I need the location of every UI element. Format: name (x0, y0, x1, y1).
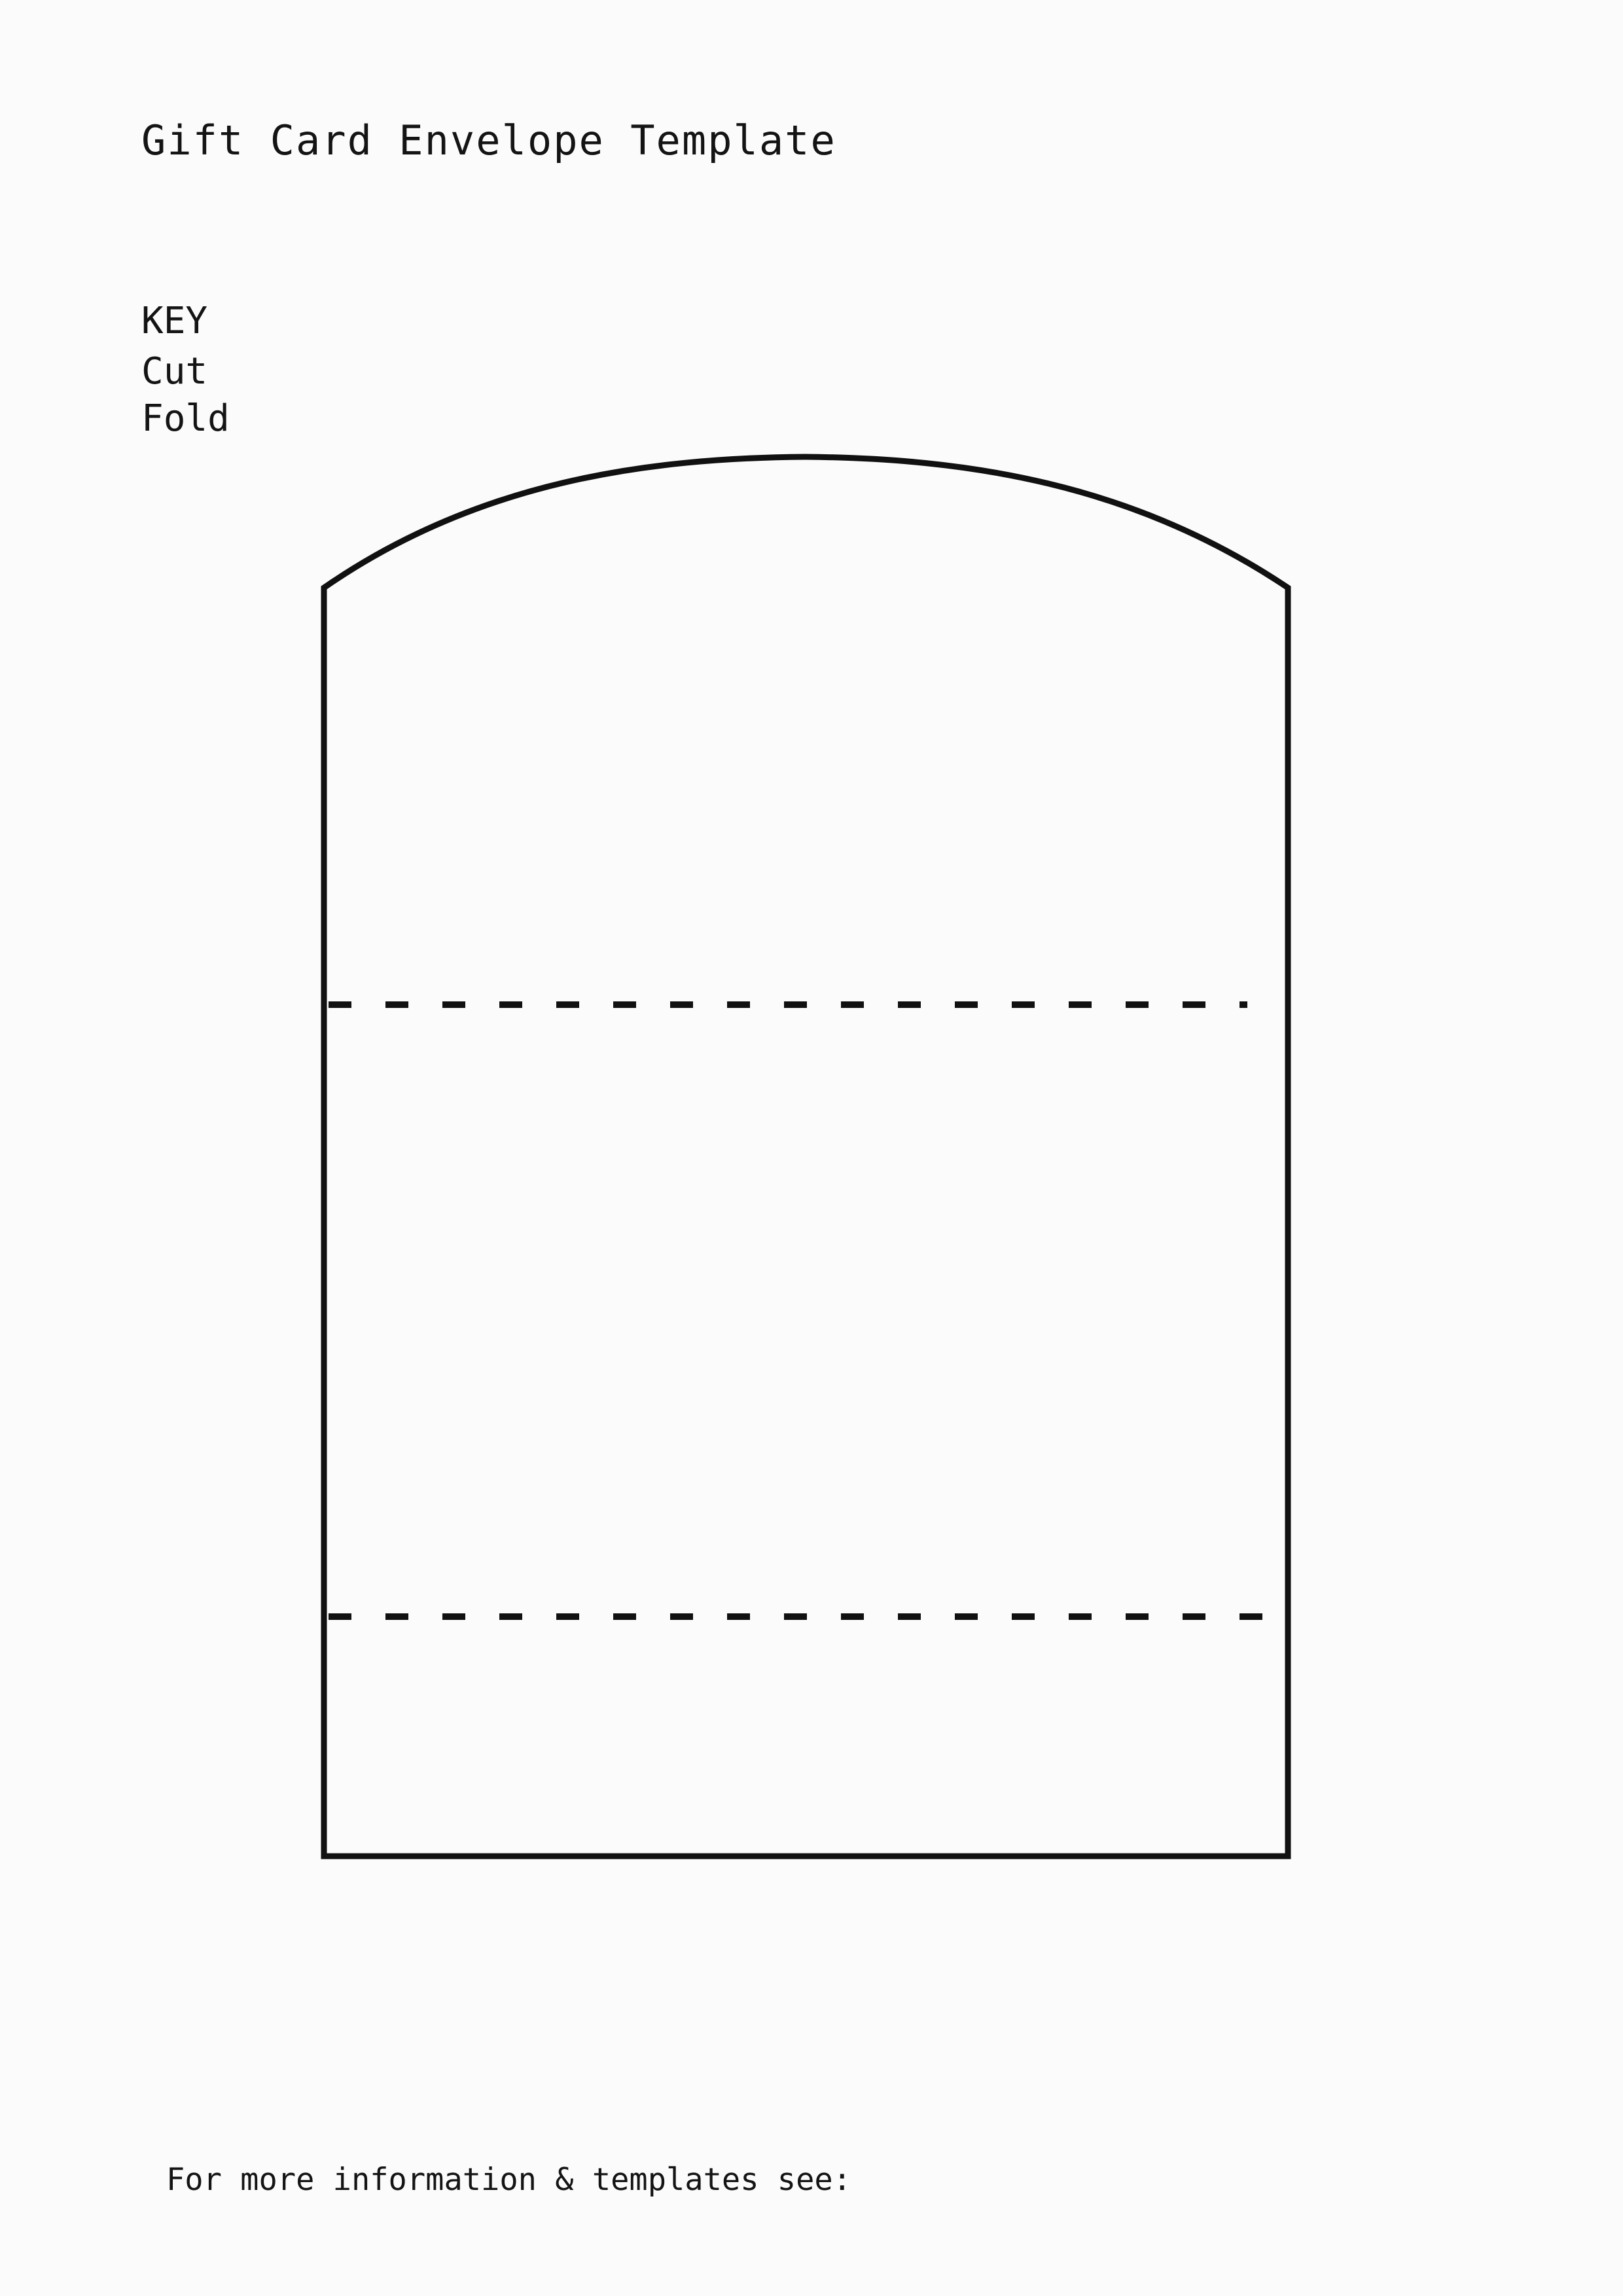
cut-outline-path (321, 454, 1291, 1859)
key-entry-cut-label: Cut (141, 350, 208, 393)
envelope-diagram (281, 445, 1342, 1898)
footer-credit: For more information & templates see: ht… (166, 2063, 981, 2296)
envelope-outline-svg (321, 454, 1291, 1859)
key-heading: KEY (141, 300, 208, 342)
page-title: Gift Card Envelope Template (141, 117, 836, 164)
key-entry-cut: Cut (141, 350, 599, 400)
footer-line-1: For more information & templates see: (166, 2161, 851, 2198)
key-entry-fold: Fold (141, 397, 599, 447)
key-entry-fold-label: Fold (141, 397, 230, 440)
template-page: Gift Card Envelope Template KEY Cut Fold (0, 0, 1623, 2296)
key-legend: KEY Cut Fold (141, 302, 599, 447)
